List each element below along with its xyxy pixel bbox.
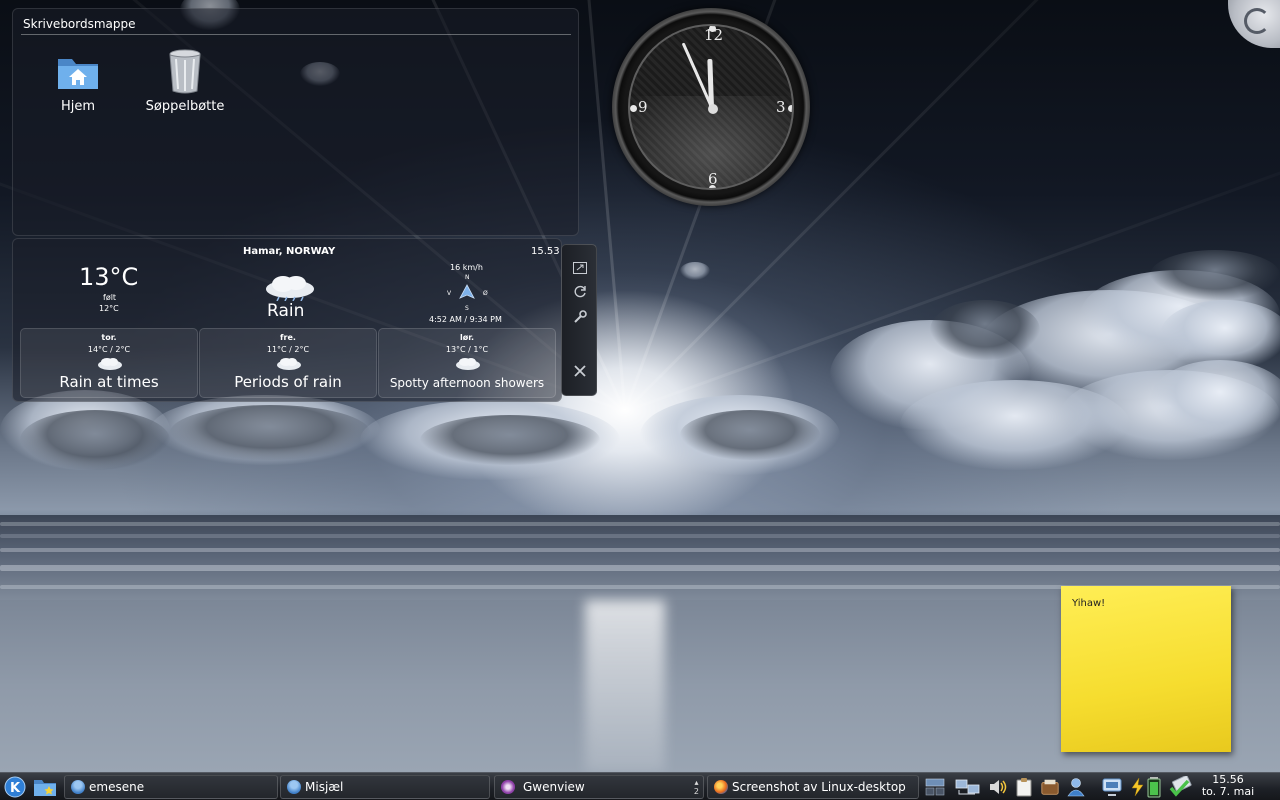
resize-icon[interactable]	[571, 259, 589, 277]
updates-checkmark-icon[interactable]	[1168, 776, 1194, 797]
forecast-temps: 14°C / 2°C	[87, 345, 131, 354]
task-misjael[interactable]: Misjæl	[280, 775, 490, 799]
clock-number: 3	[776, 98, 786, 116]
folder-view-title: Skrivebordsmappe	[23, 17, 136, 31]
forecast-day: lør.	[459, 333, 475, 342]
rain-cloud-icon	[455, 356, 481, 375]
rotate-icon[interactable]	[571, 283, 589, 301]
kde-menu-button[interactable]: K	[2, 776, 28, 798]
forecast-day-1[interactable]: tor. 14°C / 2°C Rain at times	[20, 328, 198, 398]
network-icon[interactable]	[955, 777, 981, 797]
kopete-icon[interactable]	[1100, 777, 1124, 797]
taskbar-clock-date[interactable]: to. 7. mai	[1196, 786, 1260, 798]
folder-launcher-icon[interactable]	[32, 776, 58, 798]
desktop-icon-label: Søppelbøtte	[145, 99, 225, 114]
wind-dir-w: V	[447, 290, 452, 297]
user-icon	[287, 780, 301, 794]
wind-dir-e: Ø	[483, 290, 488, 297]
forecast-day: tor.	[101, 333, 117, 342]
clock-number: 9	[638, 98, 648, 116]
wallet-icon[interactable]	[1040, 777, 1060, 797]
desktop-icon-label: Hjem	[60, 99, 96, 114]
applet-handle[interactable]	[561, 244, 597, 396]
forecast-temps: 13°C / 1°C	[445, 345, 489, 354]
forecast-day-2[interactable]: fre. 11°C / 2°C Periods of rain	[199, 328, 377, 398]
weather-condition: Rain	[267, 301, 305, 321]
firefox-icon	[714, 780, 728, 794]
volume-icon[interactable]	[988, 777, 1008, 797]
settings-icon[interactable]	[571, 308, 589, 326]
svg-text:K: K	[10, 781, 21, 796]
weather-temperature: 13°C	[79, 263, 139, 291]
task-label: Gwenview	[523, 780, 585, 794]
wind-speed: 16 km/h	[450, 263, 483, 272]
home-folder-icon	[54, 47, 102, 95]
wind-arrow-icon	[458, 284, 476, 306]
plasma-toolbox-icon	[1244, 8, 1270, 34]
forecast-desc: Rain at times	[59, 373, 159, 391]
user-status-icon[interactable]	[1066, 777, 1086, 797]
desktop-icon-home[interactable]: Hjem	[33, 47, 123, 115]
sticky-note-widget[interactable]: Yihaw!	[1061, 586, 1231, 752]
task-emesene[interactable]: emesene	[64, 775, 278, 799]
weather-widget[interactable]: Hamar, NORWAY 15.53 13°C følt 12°C Rain …	[12, 238, 562, 402]
task-gwenview[interactable]: Gwenview ▴ 2	[494, 775, 704, 799]
sunrise-sunset: 4:52 AM / 9:34 PM	[429, 315, 502, 324]
clock-face: 12 3 6 9	[628, 24, 794, 190]
forecast-desc: Spotty afternoon showers	[389, 376, 545, 390]
analog-clock-widget[interactable]: 12 3 6 9	[612, 8, 810, 206]
user-icon	[71, 780, 85, 794]
note-text[interactable]: Yihaw!	[1072, 598, 1105, 609]
folder-view-separator	[21, 34, 571, 35]
task-label: emesene	[89, 780, 145, 794]
weather-location: Hamar, NORWAY	[243, 246, 336, 257]
forecast-day: fre.	[280, 333, 296, 342]
task-screenshot[interactable]: Screenshot av Linux-desktop	[707, 775, 919, 799]
desktop-icon-trash[interactable]: Søppelbøtte	[139, 47, 231, 115]
weather-felt-value: 12°C	[99, 304, 119, 313]
task-group-count: ▴ 2	[693, 778, 699, 796]
weather-time: 15.53	[531, 246, 560, 257]
folder-view-widget[interactable]: Skrivebordsmappe Hjem Søppelbøtte	[12, 8, 579, 236]
trash-icon	[161, 47, 209, 95]
gwenview-icon	[501, 780, 515, 794]
taskbar: K emesene Misjæl Gwenview ▴ 2 Screenshot …	[0, 772, 1280, 800]
wind-dir-n: N	[465, 274, 470, 281]
wind-dir-s: S	[465, 305, 469, 312]
close-icon[interactable]	[571, 362, 589, 380]
forecast-desc: Periods of rain	[234, 373, 342, 391]
forecast-temps: 11°C / 2°C	[266, 345, 310, 354]
weather-felt-label: følt	[103, 293, 117, 302]
clipboard-icon[interactable]	[1014, 777, 1034, 797]
battery-icon[interactable]	[1144, 777, 1164, 798]
pager-icon[interactable]	[925, 777, 945, 797]
forecast-day-3[interactable]: lør. 13°C / 1°C Spotty afternoon showers	[378, 328, 556, 398]
task-label: Screenshot av Linux-desktop	[732, 780, 906, 794]
task-label: Misjæl	[305, 780, 344, 794]
